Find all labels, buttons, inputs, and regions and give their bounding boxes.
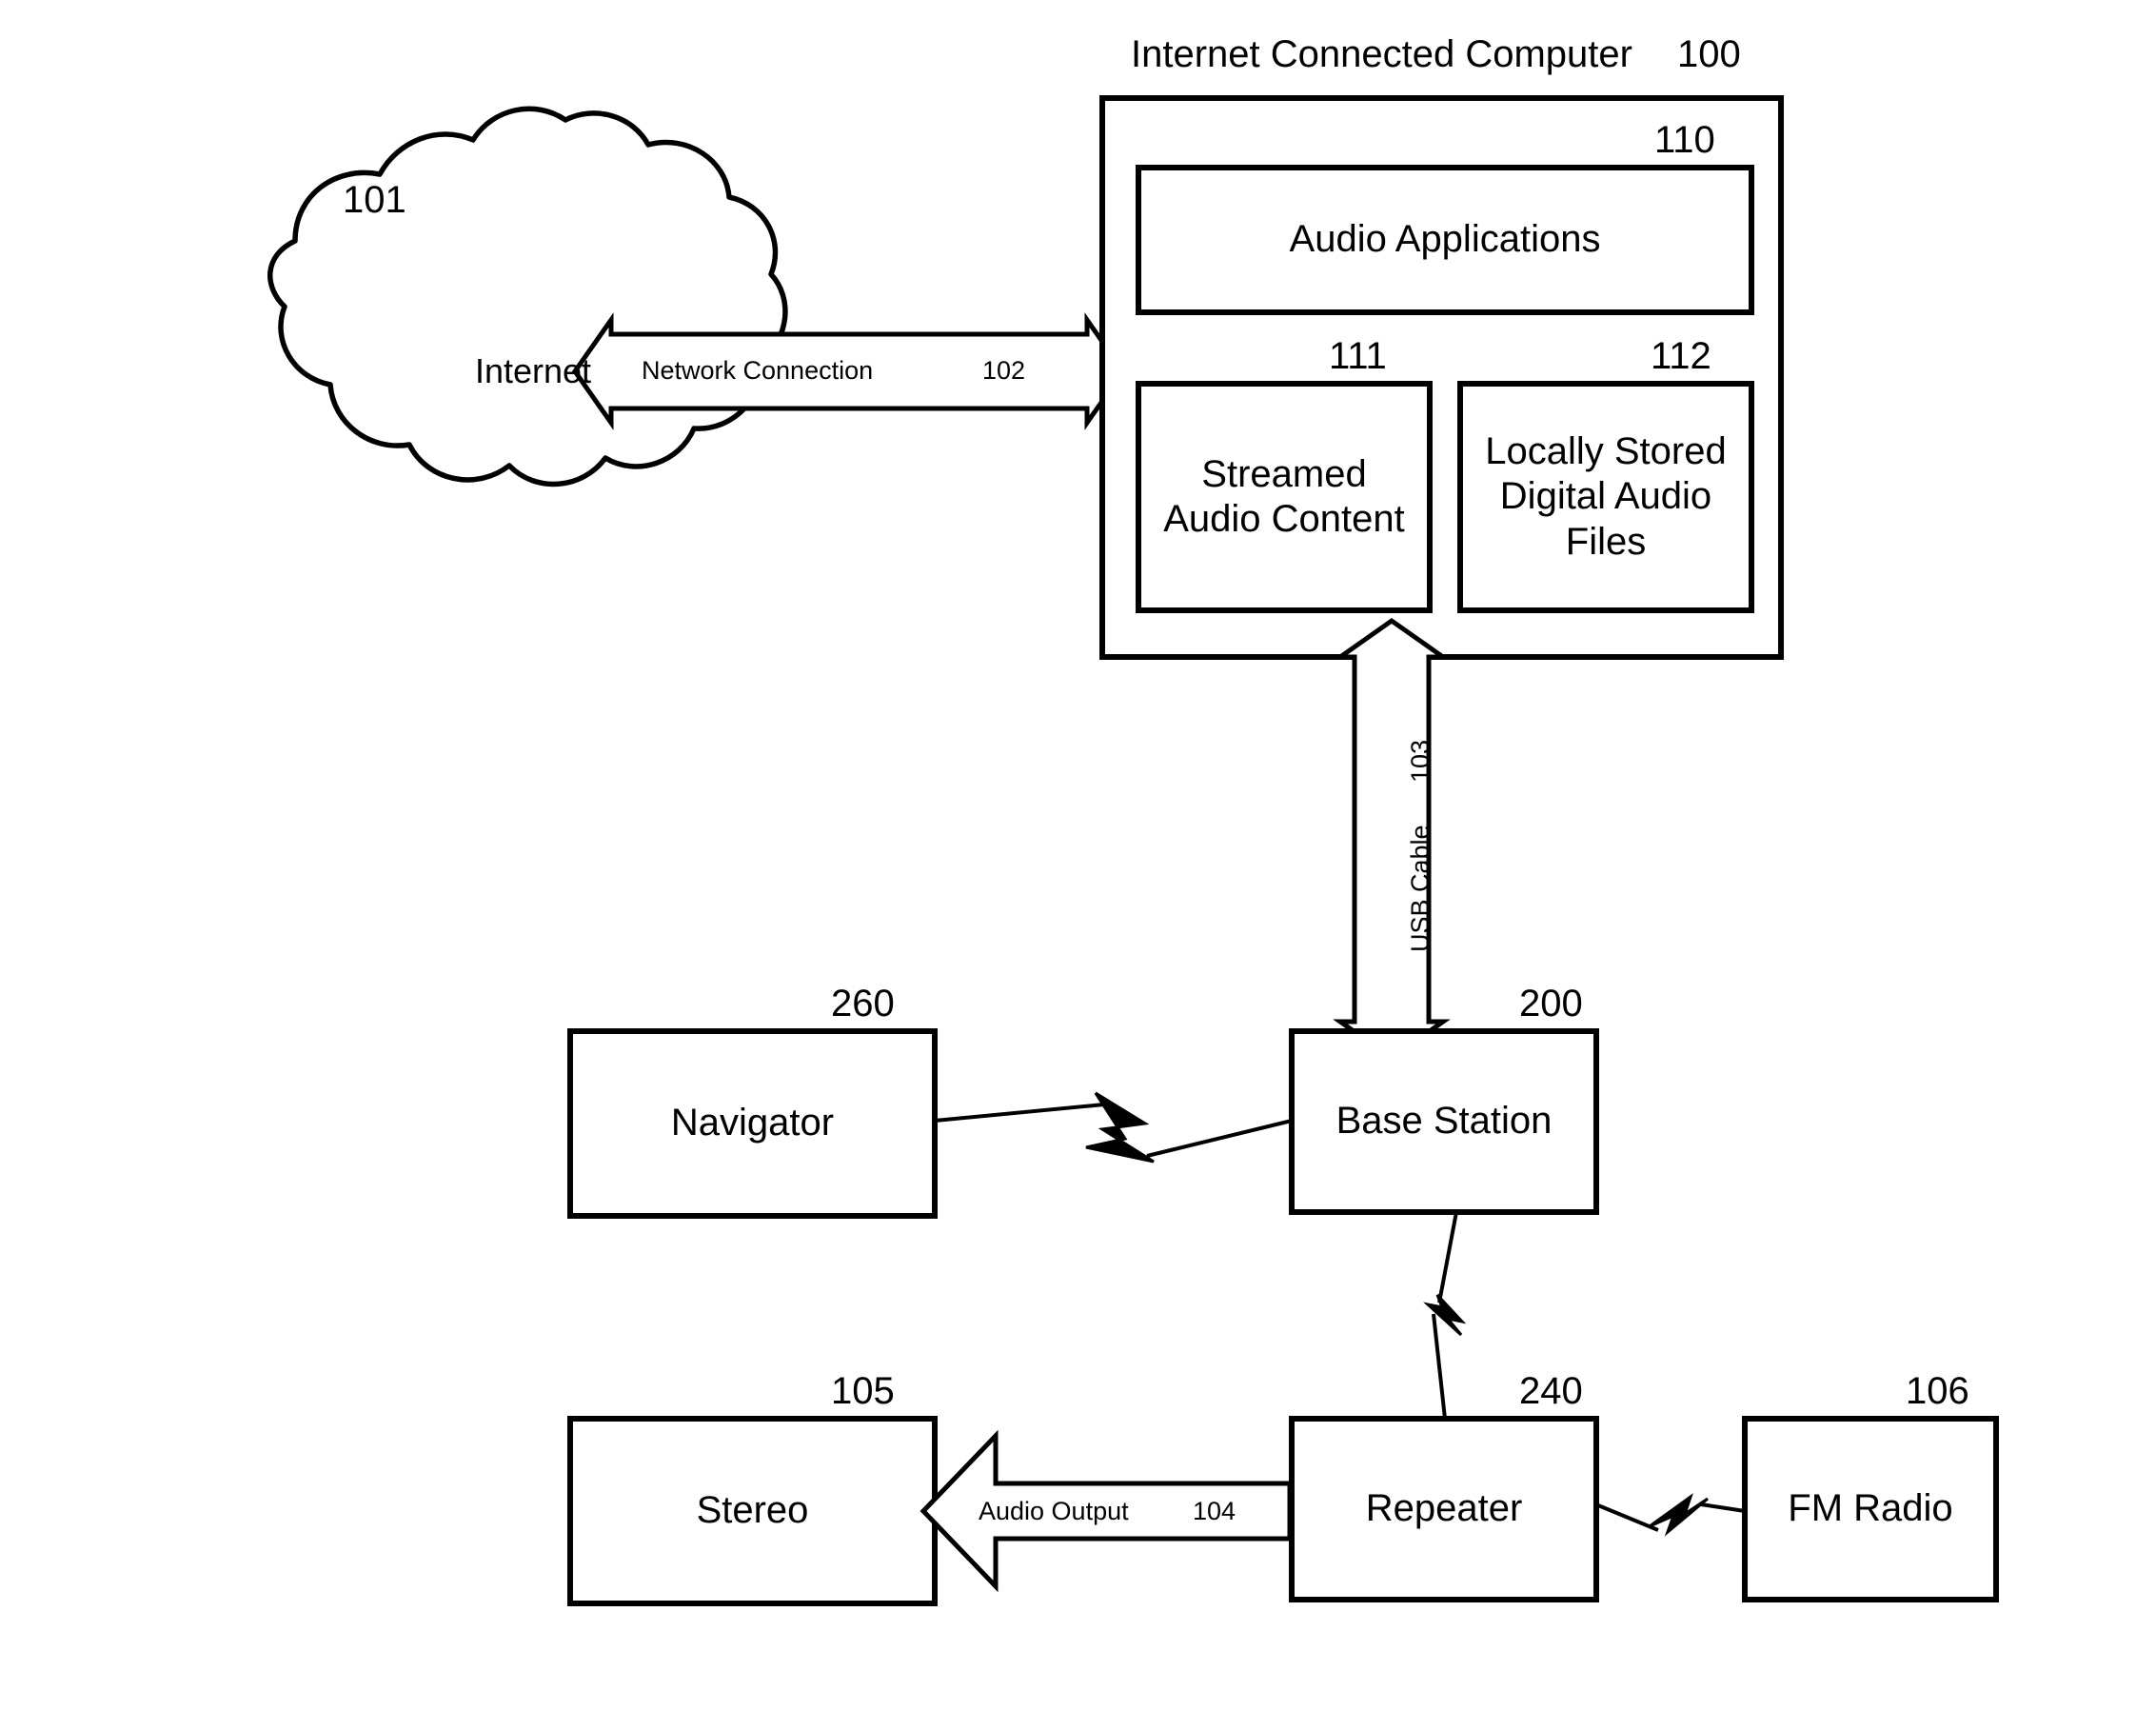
network-connection-label: Network Connection [642, 356, 874, 385]
audio-applications-ref-110: 110 [1654, 119, 1715, 161]
audio-output-ref-104: 104 [1193, 1497, 1236, 1525]
fm-radio-label: FM Radio [1788, 1487, 1953, 1530]
navigator-base-station-lightning-bolt [1085, 1091, 1155, 1164]
navigator-ref-260: 260 [831, 983, 895, 1025]
streamed-audio-content-ref-111: 111 [1329, 335, 1387, 377]
navigator-link-line-right [1146, 1119, 1293, 1158]
stereo-label: Stereo [696, 1489, 809, 1532]
base-station-repeater-lightning-bolt [1423, 1293, 1467, 1337]
base-station-ref-200: 200 [1519, 983, 1583, 1025]
fm-radio-ref-106: 106 [1906, 1370, 1969, 1412]
computer-ref-100: 100 [1677, 33, 1741, 75]
computer-title: Internet Connected Computer [1131, 33, 1632, 75]
repeater-fm-link-line-right [1700, 1502, 1746, 1513]
repeater-ref-240: 240 [1519, 1370, 1583, 1412]
repeater-fm-lightning-bolt [1649, 1493, 1709, 1537]
streamed-audio-content-label: Streamed Audio Content [1163, 452, 1405, 540]
repeater-fm-link-line-left [1597, 1503, 1659, 1532]
navigator-label: Navigator [670, 1102, 835, 1144]
audio-output-label: Audio Output [979, 1497, 1129, 1525]
internet-cloud-ref-101: 101 [343, 179, 406, 221]
internet-cloud-shape [267, 106, 788, 487]
network-connection-ref-102: 102 [982, 356, 1026, 385]
base-station-repeater-line-top [1437, 1211, 1458, 1303]
repeater-label: Repeater [1365, 1487, 1523, 1530]
figure-canvas: Internet Connected Computer 100 Audio Ap… [0, 0, 2156, 1731]
stereo-ref-105: 105 [831, 1370, 895, 1412]
base-station-repeater-line-bottom [1432, 1313, 1447, 1420]
base-station-label: Base Station [1335, 1100, 1553, 1143]
locally-stored-digital-audio-files-ref-112: 112 [1651, 335, 1711, 377]
navigator-link-line-left [934, 1103, 1105, 1123]
usb-cable-label: USB Cable [1406, 825, 1434, 952]
usb-cable-ref-103: 103 [1406, 739, 1434, 783]
audio-applications-label: Audio Applications [1289, 218, 1601, 261]
locally-stored-digital-audio-files-label: Locally Stored Digital Audio Files [1485, 430, 1727, 563]
